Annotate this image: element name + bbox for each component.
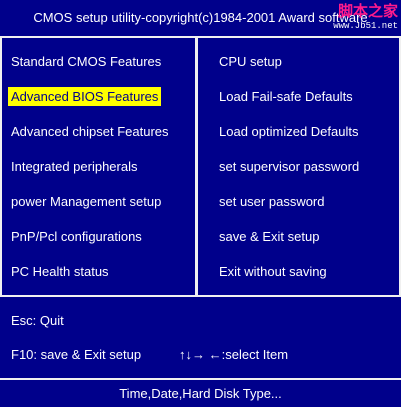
frame-left-border <box>0 36 2 297</box>
watermark-logo: 脚本之家 www.Jb51.net <box>314 2 398 36</box>
menu-item-advanced-chipset-features[interactable]: Advanced chipset Features <box>8 114 172 149</box>
menu-item-save-exit-setup[interactable]: save & Exit setup <box>216 219 362 254</box>
menu-item-advanced-bios-features[interactable]: Advanced BIOS Features <box>8 79 172 114</box>
watermark-text: 脚本之家 <box>337 2 398 20</box>
menu-item-exit-without-saving[interactable]: Exit without saving <box>216 254 362 289</box>
menu-item-set-supervisor-password[interactable]: set supervisor password <box>216 149 362 184</box>
menu-item-pnp-pci-configurations[interactable]: PnP/Pcl configurations <box>8 219 172 254</box>
help-select-item: ↑↓→ ←:select Item <box>179 347 289 362</box>
watermark-url: www.Jb51.net <box>333 21 398 31</box>
menu-left-column: Standard CMOS Features Advanced BIOS Fea… <box>8 44 172 289</box>
frame-status-top-border <box>0 378 401 380</box>
menu-item-pc-health-status[interactable]: PC Health status <box>8 254 172 289</box>
menu-item-power-management-setup[interactable]: power Management setup <box>8 184 172 219</box>
status-bar: Time,Date,Hard Disk Type... <box>119 386 282 401</box>
menu-item-set-user-password[interactable]: set user password <box>216 184 362 219</box>
menu-item-standard-cmos-features[interactable]: Standard CMOS Features <box>8 44 172 79</box>
menu-item-integrated-peripherals[interactable]: Integrated peripherals <box>8 149 172 184</box>
frame-menu-bottom-border <box>0 295 401 297</box>
menu-item-load-optimized-defaults[interactable]: Load optimized Defaults <box>216 114 362 149</box>
help-esc-quit: Esc: Quit <box>11 313 64 328</box>
menu-right-column: CPU setup Load Fail-safe Defaults Load o… <box>216 44 362 289</box>
frame-top-border <box>0 36 401 38</box>
menu-item-cpu-setup[interactable]: CPU setup <box>216 44 362 79</box>
frame-center-divider <box>195 36 198 297</box>
menu-item-load-fail-safe-defaults[interactable]: Load Fail-safe Defaults <box>216 79 362 114</box>
help-f10-save-exit: F10: save & Exit setup <box>11 347 142 362</box>
